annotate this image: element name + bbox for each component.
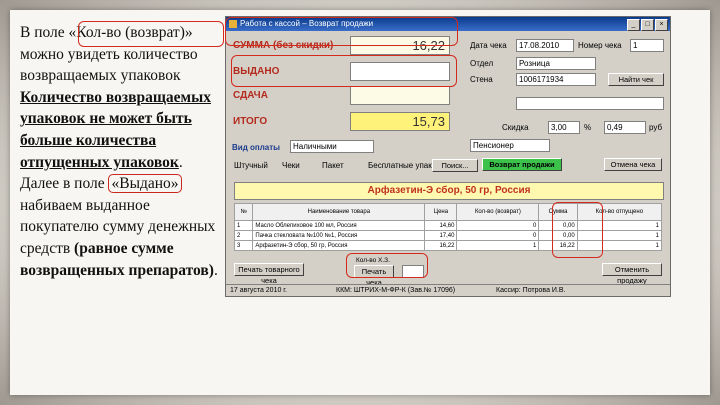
discount-label: Скидка: [502, 123, 529, 132]
instruction-text: В поле «Кол-во (возврат)» можно увидеть …: [20, 22, 220, 281]
status-kkm: ККМ: ШТРИХ-М-ФР-К (Зав.№ 17096): [336, 287, 456, 294]
find-check-button[interactable]: Найти чек: [608, 73, 664, 86]
table-cell: 1: [233, 220, 254, 231]
table-cell: 0: [456, 230, 540, 241]
change-label: СДАЧА: [233, 90, 268, 101]
table-cell: Масло Облепиховое 100 мл, Россия: [252, 220, 426, 231]
minimize-button[interactable]: _: [627, 19, 640, 31]
instruction-issued: «Выдано»: [108, 174, 182, 194]
status-date: 17 августа 2010 г.: [230, 287, 287, 294]
column-header[interactable]: Наименование товара: [252, 203, 426, 221]
percent-sign: %: [584, 123, 592, 132]
table-cell: 14,60: [424, 220, 458, 231]
instruction-p5: .: [213, 261, 218, 279]
mode-piece[interactable]: Штучный: [234, 161, 268, 170]
return-sale-button[interactable]: Возврат продажи: [482, 158, 562, 171]
dept-field[interactable]: Розница: [516, 57, 596, 70]
dept-label: Отдел: [470, 59, 494, 68]
discount-field[interactable]: 3,00: [548, 121, 580, 134]
total-row: ИТОГО 15,73: [230, 111, 450, 133]
search-button[interactable]: Поиск...: [432, 159, 478, 172]
total-value: 15,73: [350, 112, 450, 131]
column-header[interactable]: №: [233, 203, 254, 221]
line-label: Стена: [470, 75, 493, 84]
check-number-label: Номер чека: [578, 41, 622, 50]
status-bar: 17 августа 2010 г. ККМ: ШТРИХ-М-ФР-К (За…: [226, 284, 670, 296]
customer-field[interactable]: Пенсионер: [470, 139, 550, 152]
status-cashier: Кассир: Потрова И.В.: [496, 287, 566, 294]
check-date-field[interactable]: 17.08.2010: [516, 39, 574, 52]
table-cell: 16,22: [424, 240, 458, 251]
cancel-check-button[interactable]: Отмена чека: [604, 158, 662, 171]
check-number-field[interactable]: 1: [630, 39, 664, 52]
highlight-issued: [231, 55, 457, 87]
customer-select[interactable]: [516, 97, 664, 110]
product-name: Арфазетин-Э сбор, 50 гр, Россия: [234, 182, 664, 200]
payment-label: Вид оплаты: [232, 143, 280, 152]
mode-recipe[interactable]: Пакет: [322, 161, 344, 170]
cancel-sale-button[interactable]: Отменить продажу: [602, 263, 662, 285]
table-cell: 3: [233, 240, 254, 251]
total-label: ИТОГО: [233, 116, 268, 127]
table-cell: Арфазетин-Э сбор, 50 гр, Россия: [252, 240, 426, 251]
table-cell: 0: [456, 220, 540, 231]
close-button[interactable]: ×: [655, 19, 668, 31]
table-cell: 1: [456, 240, 540, 251]
table-cell: 17,40: [424, 230, 458, 241]
check-date-label: Дата чека: [470, 41, 507, 50]
table-cell: 2: [233, 230, 254, 241]
payment-select[interactable]: Наличными: [290, 140, 374, 153]
column-header[interactable]: Цена: [424, 203, 458, 221]
currency-label: руб: [649, 123, 663, 132]
highlight-sum: [225, 17, 458, 46]
change-row: СДАЧА: [230, 85, 450, 107]
highlight-qty-return: [552, 202, 603, 258]
highlight-print-check: [346, 253, 428, 278]
table-cell: Пачка стекловата №100 №1, Россия: [252, 230, 426, 241]
discount-sum-field: 0,49: [604, 121, 646, 134]
mode-receipt[interactable]: Чеки: [282, 161, 300, 170]
column-header[interactable]: Кол-во (возврат): [456, 203, 540, 221]
highlight-qty-text: [78, 21, 224, 47]
change-value: [350, 86, 450, 105]
line-field[interactable]: 1006171934: [516, 73, 596, 86]
maximize-button[interactable]: □: [641, 19, 654, 31]
print-goods-check-button[interactable]: Печать товарного чека: [234, 263, 304, 285]
